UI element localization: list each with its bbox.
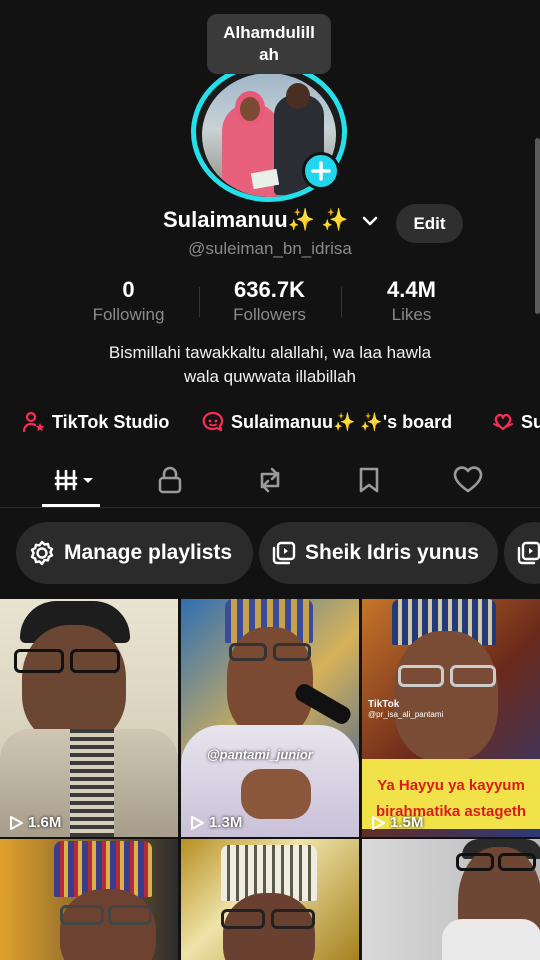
- view-count: 1.3M: [189, 814, 242, 831]
- tab-reposts[interactable]: [250, 462, 290, 498]
- chip-label: Manage playlists: [64, 541, 233, 564]
- stat-label: Followers: [233, 305, 306, 324]
- tiktok-studio-link[interactable]: TikTok Studio: [22, 407, 169, 437]
- manage-playlists-button[interactable]: Manage playlists: [16, 522, 253, 584]
- tab-favorites[interactable]: [349, 462, 389, 498]
- active-tab-indicator: [42, 504, 100, 507]
- playlist-icon: [517, 541, 540, 565]
- watermark-handle: @pr_isa_ali_pantami: [368, 710, 444, 719]
- playlist-chip[interactable]: Sheik Idris yunus: [259, 522, 498, 584]
- video-thumbnail[interactable]: [181, 839, 359, 960]
- play-icon: [372, 815, 385, 830]
- profile-handle: @suleiman_bn_idrisa: [188, 239, 352, 258]
- profile-bio: Bismillahi tawakkaltu alallahi, wa laa h…: [0, 341, 540, 389]
- tab-private[interactable]: [150, 462, 190, 498]
- video-caption: @pantami_junior: [207, 747, 313, 762]
- heart-icon: [453, 466, 483, 493]
- chevron-down-icon[interactable]: [360, 211, 380, 231]
- avatar-tooltip: Alhamdulill ah: [207, 14, 331, 74]
- username-row: Sulaimanuu✨ ✨ Edit: [0, 204, 540, 243]
- tab-liked[interactable]: [448, 462, 488, 498]
- playlist-icon: [272, 541, 296, 565]
- link-label: TikTok Studio: [52, 411, 170, 432]
- play-icon: [191, 815, 204, 830]
- board-link[interactable]: Sulaimanuu✨ ✨'s board: [201, 407, 452, 437]
- playlist-chips: Manage playlists Sheik Idris yunus: [16, 522, 540, 584]
- stat-value: 4.4M: [387, 277, 436, 302]
- profile-stats: 0 Following 636.7K Followers 4.4M Likes: [58, 277, 482, 331]
- watermark-brand: TikTok: [368, 699, 400, 710]
- view-count: 1.5M: [370, 814, 423, 831]
- view-count-label: 1.6M: [28, 814, 62, 831]
- video-grid: 1.6M @pantami_junior 1.3M TikTok @pr_isa…: [0, 599, 540, 960]
- overlay-line-1: Ya Hayyu ya kayyum: [377, 777, 525, 794]
- grid-icon: [54, 469, 93, 491]
- bookmark-icon: [359, 467, 379, 493]
- chip-label: Sheik Idris yunus: [305, 541, 479, 564]
- link-label: Sulaimanuu✨ ✨'s board: [231, 411, 453, 432]
- heart-hands-icon: [493, 413, 513, 431]
- bio-line-1: Bismillahi tawakkaltu alallahi, wa laa h…: [108, 343, 432, 362]
- view-count-label: 1.3M: [209, 814, 243, 831]
- lock-icon: [158, 466, 182, 494]
- stat-following[interactable]: 0 Following: [58, 277, 199, 326]
- tab-videos[interactable]: [50, 462, 98, 498]
- stat-label: Following: [92, 305, 165, 324]
- view-count-label: 1.5M: [390, 814, 424, 831]
- tiktok-watermark: TikTok @pr_isa_ali_pantami: [368, 699, 443, 719]
- playlist-chip-partial[interactable]: [504, 522, 540, 584]
- video-thumbnail[interactable]: [0, 839, 178, 960]
- tooltip-line-2: ah: [259, 45, 279, 64]
- video-thumbnail[interactable]: TikTok @pr_isa_ali_pantami Ya Hayyu ya k…: [362, 599, 540, 837]
- stat-value: 0: [122, 277, 135, 302]
- video-thumbnail[interactable]: [362, 839, 540, 960]
- stat-value: 636.7K: [234, 277, 305, 302]
- play-icon: [10, 815, 23, 830]
- profile-tabs: [0, 452, 540, 508]
- add-story-button[interactable]: [302, 152, 340, 190]
- repost-icon: [260, 467, 280, 493]
- board-chat-icon: [202, 411, 224, 432]
- profile-name[interactable]: Sulaimanuu✨ ✨: [163, 207, 349, 233]
- stat-likes[interactable]: 4.4M Likes: [341, 277, 482, 326]
- gear-icon: [30, 540, 54, 566]
- view-count: 1.6M: [8, 814, 61, 831]
- edit-profile-button[interactable]: Edit: [396, 204, 463, 243]
- video-thumbnail[interactable]: 1.6M: [0, 599, 178, 837]
- stat-followers[interactable]: 636.7K Followers: [199, 277, 340, 326]
- stat-label: Likes: [391, 305, 432, 324]
- profile-page: Alhamdulill ah Sulaimanuu✨ ✨ Edit @sulei…: [0, 0, 540, 960]
- video-thumbnail[interactable]: @pantami_junior 1.3M: [181, 599, 359, 837]
- studio-person-icon: [22, 411, 45, 433]
- more-link[interactable]: Su: [491, 407, 540, 437]
- bio-line-2: wala quwwata illabillah: [184, 367, 356, 386]
- plus-icon: [311, 161, 331, 181]
- link-label: Su: [521, 411, 540, 432]
- tooltip-line-1: Alhamdulill: [223, 23, 315, 42]
